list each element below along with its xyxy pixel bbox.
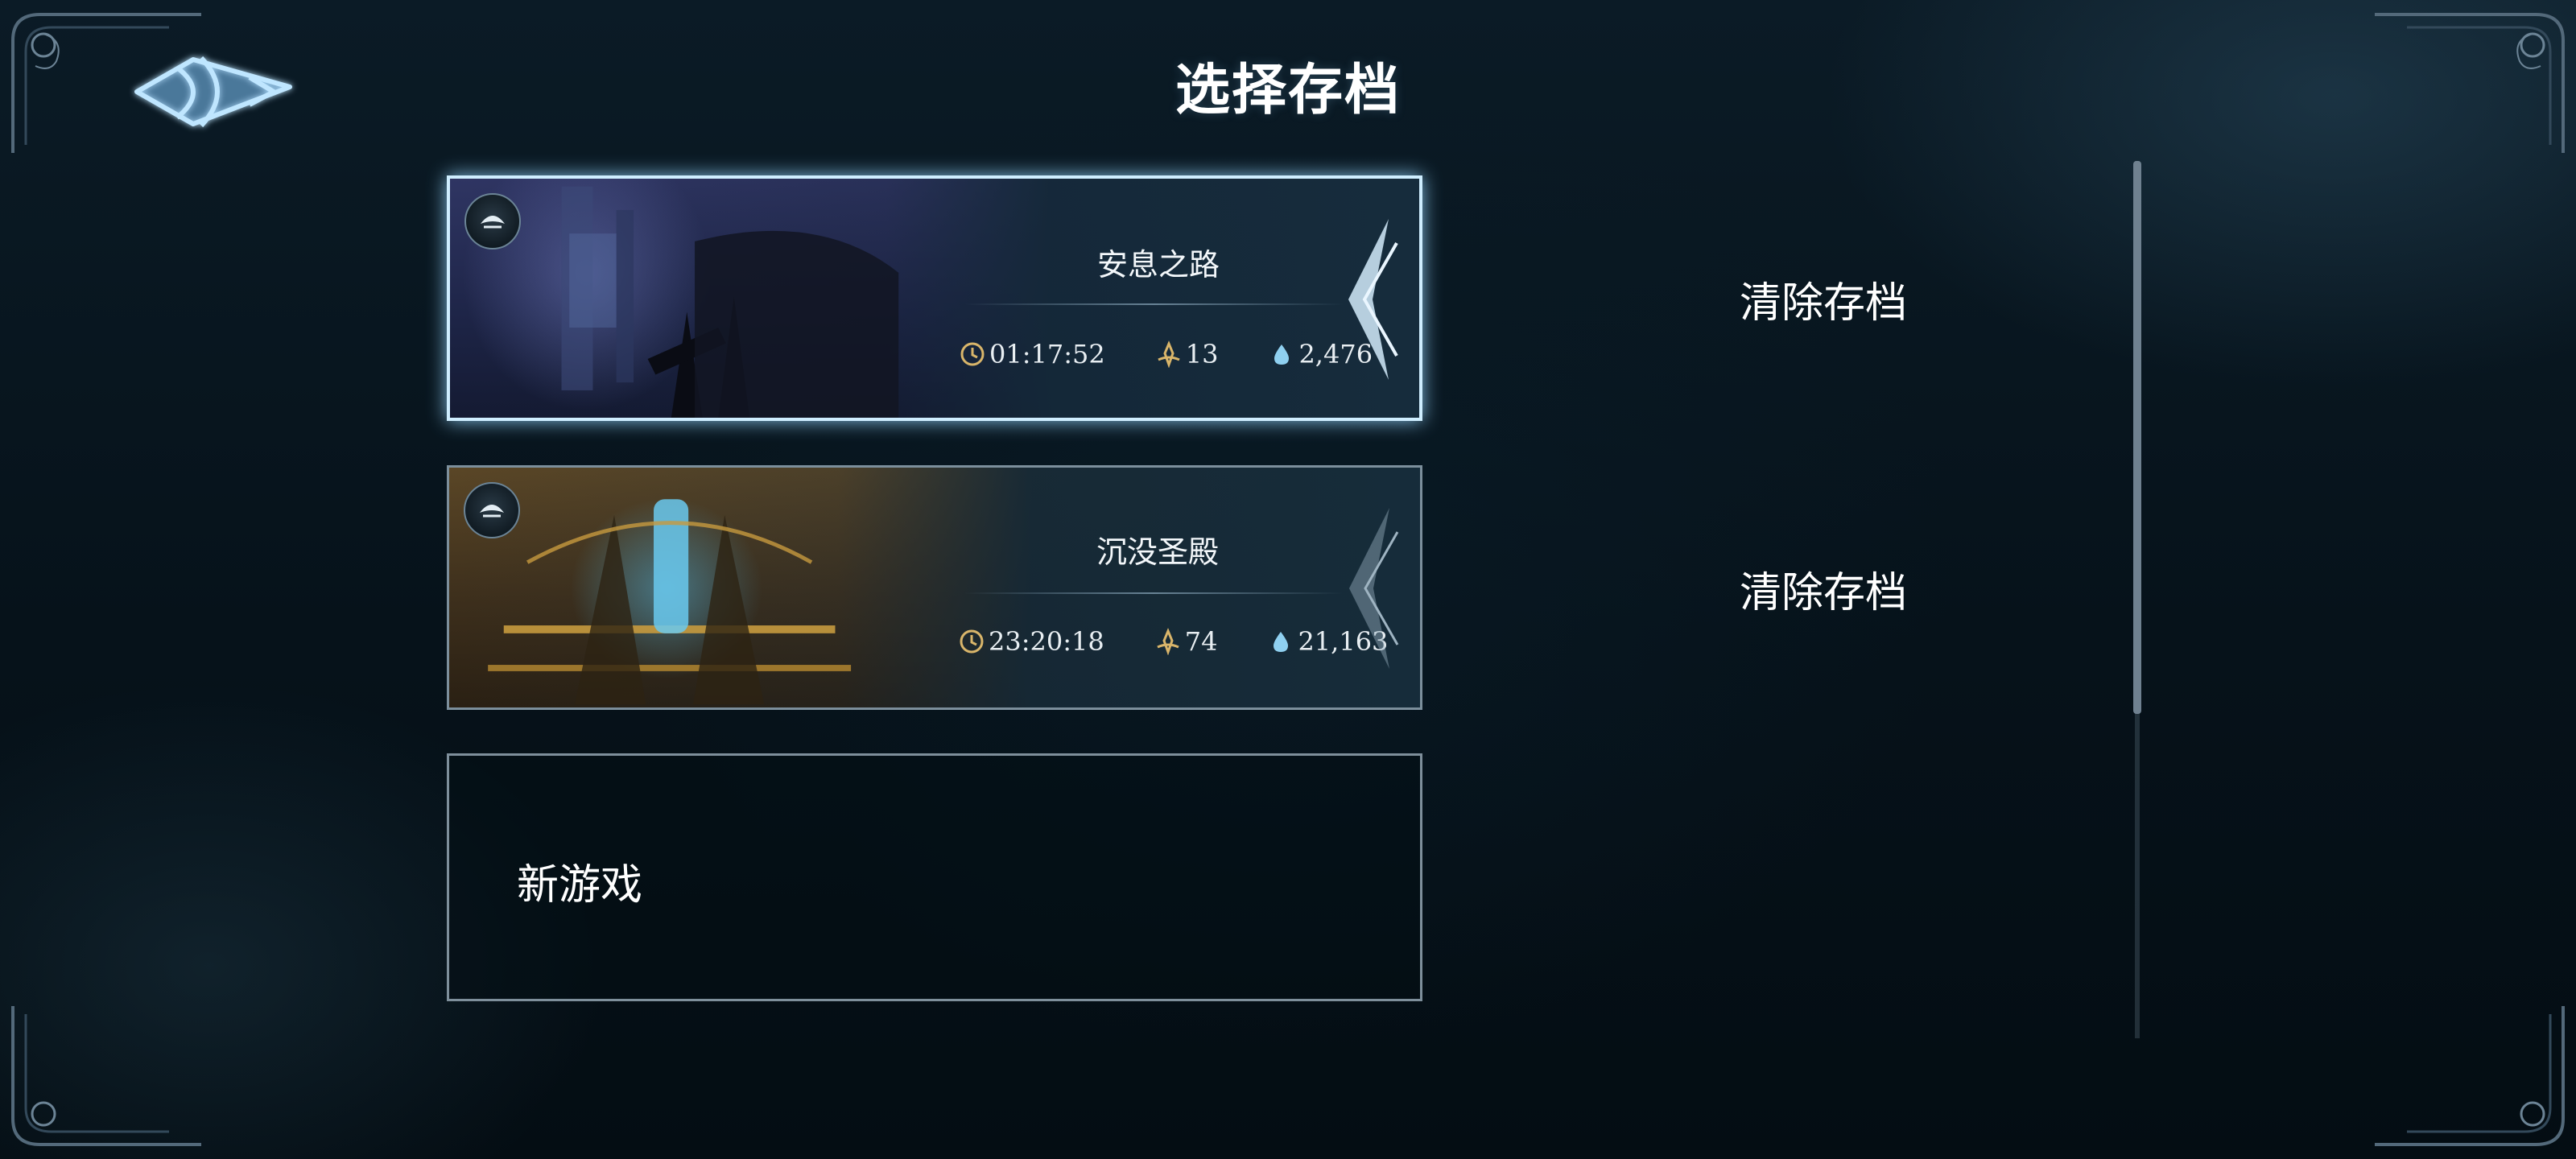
emblem-badge-icon xyxy=(464,193,521,250)
clock-icon xyxy=(958,628,985,655)
new-game-slot[interactable]: 新游戏 xyxy=(447,753,1422,1001)
save-slot-art xyxy=(449,468,1420,707)
droplet-icon xyxy=(1268,340,1295,368)
level-value: 74 xyxy=(1184,626,1218,657)
level-stat: 13 xyxy=(1155,339,1219,369)
divider xyxy=(965,303,1344,305)
save-slot-emblem xyxy=(1316,211,1405,388)
new-game-label: 新游戏 xyxy=(517,861,643,909)
clear-save-button-2[interactable]: 清除存档 xyxy=(1690,559,1956,623)
scrollbar-thumb[interactable] xyxy=(2133,161,2141,714)
save-slot-name: 沉没圣殿 xyxy=(1096,534,1219,570)
frame-corner-top-right xyxy=(2367,8,2568,161)
level-value: 13 xyxy=(1185,339,1219,369)
level-sigil-icon xyxy=(1154,628,1182,656)
droplet-icon xyxy=(1267,628,1294,655)
save-slot-name: 安息之路 xyxy=(1096,247,1220,283)
level-stat: 74 xyxy=(1154,626,1218,657)
frame-corner-bottom-right xyxy=(2367,998,2568,1151)
divider xyxy=(964,592,1343,594)
playtime-value: 01:17:52 xyxy=(989,339,1105,369)
frame-corner-bottom-left xyxy=(8,998,209,1151)
winged-arrow-back-icon xyxy=(134,56,292,128)
page-title: 选择存档 xyxy=(1174,58,1401,122)
save-slot-emblem xyxy=(1317,500,1406,677)
playtime-stat: 23:20:18 xyxy=(958,626,1104,657)
save-slot-1[interactable]: 安息之路 01:17:52 13 2,476 xyxy=(447,175,1422,421)
level-sigil-icon xyxy=(1155,340,1183,369)
save-slot-art xyxy=(450,179,1419,418)
clock-icon xyxy=(959,340,986,368)
emblem-badge-icon xyxy=(464,482,520,538)
playtime-value: 23:20:18 xyxy=(989,626,1104,657)
playtime-stat: 01:17:52 xyxy=(959,339,1105,369)
back-button[interactable] xyxy=(129,35,306,148)
clear-save-button-1[interactable]: 清除存档 xyxy=(1690,269,1956,333)
save-slot-stats: 01:17:52 13 2,476 xyxy=(959,336,1373,372)
save-slot-2[interactable]: 沉没圣殿 23:20:18 74 21,163 xyxy=(447,465,1422,710)
